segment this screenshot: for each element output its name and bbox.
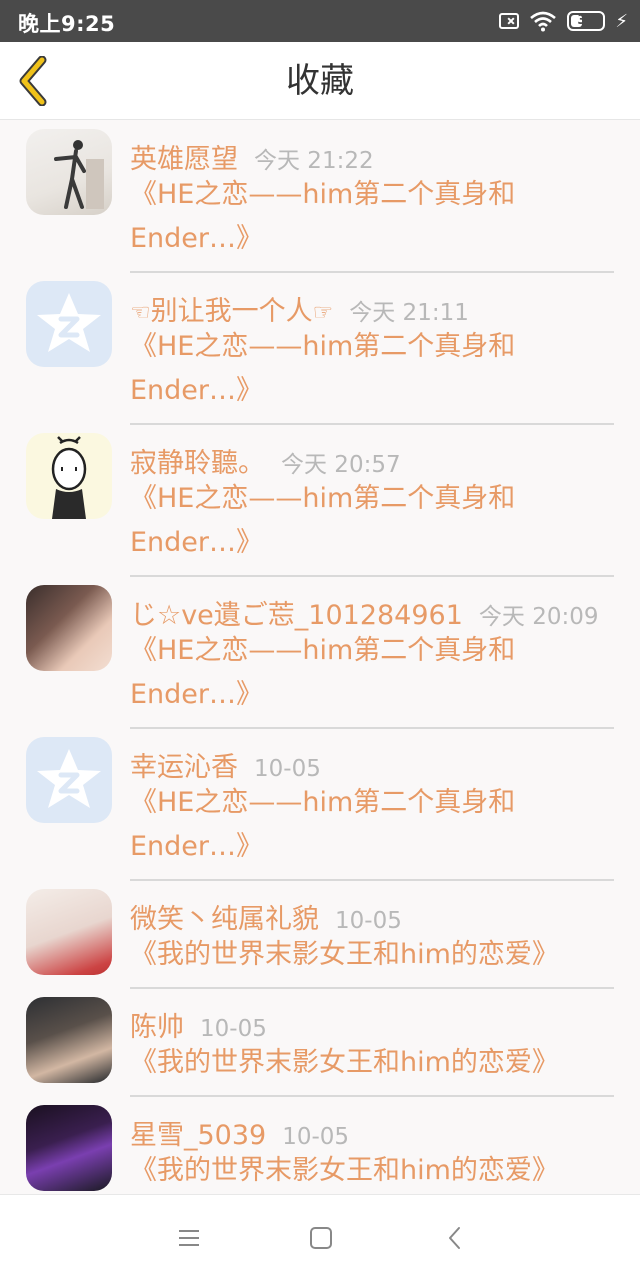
menu-button[interactable] [174, 1223, 204, 1253]
avatar[interactable] [26, 1105, 112, 1191]
content-line: 《我的世界末影女王和him的恋爱》 [130, 939, 559, 970]
content-line: 《HE之恋——him第二个真身和 [130, 331, 516, 362]
item-meta: 寂静聆聽。 今天 20:57 [130, 441, 401, 480]
favorites-list: 英雄愿望 今天 21:22 《HE之恋——him第二个真身和 Ender…》 ☜别… [0, 121, 640, 1193]
user-name[interactable]: 英雄愿望 [130, 144, 238, 175]
user-name[interactable]: じ☆ve遺ご莣_101284961 [130, 600, 463, 631]
user-name[interactable]: 寂静聆聽。 [130, 448, 265, 479]
content-line: Ender…》 [130, 527, 264, 558]
hand-pointing-right-icon: ☜ [130, 300, 151, 326]
item-meta: じ☆ve遺ご莣_101284961 今天 20:09 [130, 593, 599, 632]
user-name[interactable]: 陈帅 [130, 1012, 184, 1043]
list-item[interactable]: 英雄愿望 今天 21:22 《HE之恋——him第二个真身和 Ender…》 [0, 121, 640, 273]
avatar[interactable] [26, 433, 112, 519]
avatar[interactable] [26, 737, 112, 823]
wifi-icon [530, 11, 557, 32]
item-meta: 幸运沁香 10-05 [130, 745, 321, 784]
content-line: Ender…》 [130, 223, 264, 254]
battery-level: 35 [577, 13, 596, 28]
page-title: 收藏 [286, 61, 354, 101]
list-item[interactable]: ☜别让我一个人☞ 今天 21:11 《HE之恋——him第二个真身和 Ender…… [0, 273, 640, 425]
list-item[interactable]: 幸运沁香 10-05 《HE之恋——him第二个真身和 Ender…》 [0, 729, 640, 881]
list-item[interactable]: 寂静聆聽。 今天 20:57 《HE之恋——him第二个真身和 Ender…》 [0, 425, 640, 577]
status-time: 晚上9:25 [18, 12, 116, 36]
content-line: Ender…》 [130, 831, 264, 862]
item-meta: 微笑丶纯属礼貌 10-05 [130, 897, 402, 936]
home-button[interactable] [306, 1223, 336, 1253]
avatar[interactable] [26, 281, 112, 367]
item-time: 今天 21:22 [254, 148, 374, 174]
content-line: 《我的世界末影女王和him的恋爱》 [130, 1047, 559, 1078]
user-name[interactable]: 微笑丶纯属礼貌 [130, 904, 319, 935]
hand-pointing-left-icon: ☞ [312, 300, 334, 326]
list-item[interactable]: 陈帅 10-05 《我的世界末影女王和him的恋爱》 [0, 989, 640, 1097]
item-time: 10-05 [335, 908, 402, 934]
back-triangle-icon [449, 1227, 460, 1249]
system-back-button[interactable] [440, 1223, 470, 1253]
item-content[interactable]: 《我的世界末影女王和him的恋爱》 [130, 1041, 614, 1085]
user-name-text: 别让我一个人 [150, 296, 313, 327]
qq-default-icon [37, 749, 101, 808]
content-line: 《HE之恋——him第二个真身和 [130, 483, 516, 514]
item-meta: 英雄愿望 今天 21:22 [130, 137, 374, 176]
content-line: Ender…》 [130, 375, 264, 406]
content-line: 《HE之恋——him第二个真身和 [130, 179, 516, 210]
item-meta: 星雪_5039 10-05 [130, 1113, 349, 1152]
list-item[interactable]: じ☆ve遺ご莣_101284961 今天 20:09 《HE之恋——him第二个真… [0, 577, 640, 729]
user-name[interactable]: ☜别让我一个人☞ [130, 296, 333, 327]
item-content[interactable]: 《我的世界末影女王和him的恋爱》 [130, 1149, 614, 1193]
item-content[interactable]: 《HE之恋——him第二个真身和 Ender…》 [130, 629, 614, 717]
no-sim-icon [499, 13, 520, 29]
item-time: 10-05 [254, 756, 321, 782]
list-item[interactable]: 微笑丶纯属礼貌 10-05 《我的世界末影女王和him的恋爱》 [0, 881, 640, 989]
home-square-icon [310, 1227, 332, 1249]
content-line: Ender…》 [130, 679, 264, 710]
battery-icon: 35 [567, 11, 606, 31]
content-line: 《HE之恋——him第二个真身和 [130, 787, 516, 818]
item-content[interactable]: 《HE之恋——him第二个真身和 Ender…》 [130, 781, 614, 869]
status-bar: 晚上9:25 35 ⚡ [0, 0, 640, 42]
item-time: 10-05 [282, 1124, 350, 1150]
content-line: 《我的世界末影女王和him的恋爱》 [130, 1155, 559, 1186]
item-meta: 陈帅 10-05 [130, 1005, 267, 1044]
avatar[interactable] [26, 997, 112, 1083]
qq-default-icon [37, 293, 101, 352]
item-content[interactable]: 《HE之恋——him第二个真身和 Ender…》 [130, 325, 614, 413]
avatar[interactable] [26, 585, 112, 671]
charging-bolt-icon: ⚡ [615, 10, 628, 32]
item-time: 今天 21:11 [349, 300, 469, 326]
item-time: 今天 20:09 [478, 604, 599, 630]
item-content[interactable]: 《我的世界末影女王和him的恋爱》 [130, 933, 614, 977]
item-content[interactable]: 《HE之恋——him第二个真身和 Ender…》 [130, 477, 614, 565]
user-name[interactable]: 幸运沁香 [130, 752, 238, 783]
list-item[interactable]: 星雪_5039 10-05 《我的世界末影女王和him的恋爱》 [0, 1097, 640, 1193]
user-name[interactable]: 星雪_5039 [130, 1120, 266, 1151]
menu-icon [179, 1230, 199, 1246]
item-time: 今天 20:57 [281, 452, 401, 478]
header: 收藏 [0, 42, 640, 120]
status-icons: 35 ⚡ [499, 9, 628, 33]
item-time: 10-05 [200, 1016, 267, 1042]
item-meta: ☜别让我一个人☞ 今天 21:11 [130, 289, 469, 328]
system-nav-bar [0, 1194, 640, 1280]
avatar[interactable] [26, 129, 112, 215]
avatar[interactable] [26, 889, 112, 975]
content-line: 《HE之恋——him第二个真身和 [130, 635, 516, 666]
item-content[interactable]: 《HE之恋——him第二个真身和 Ender…》 [130, 173, 614, 261]
